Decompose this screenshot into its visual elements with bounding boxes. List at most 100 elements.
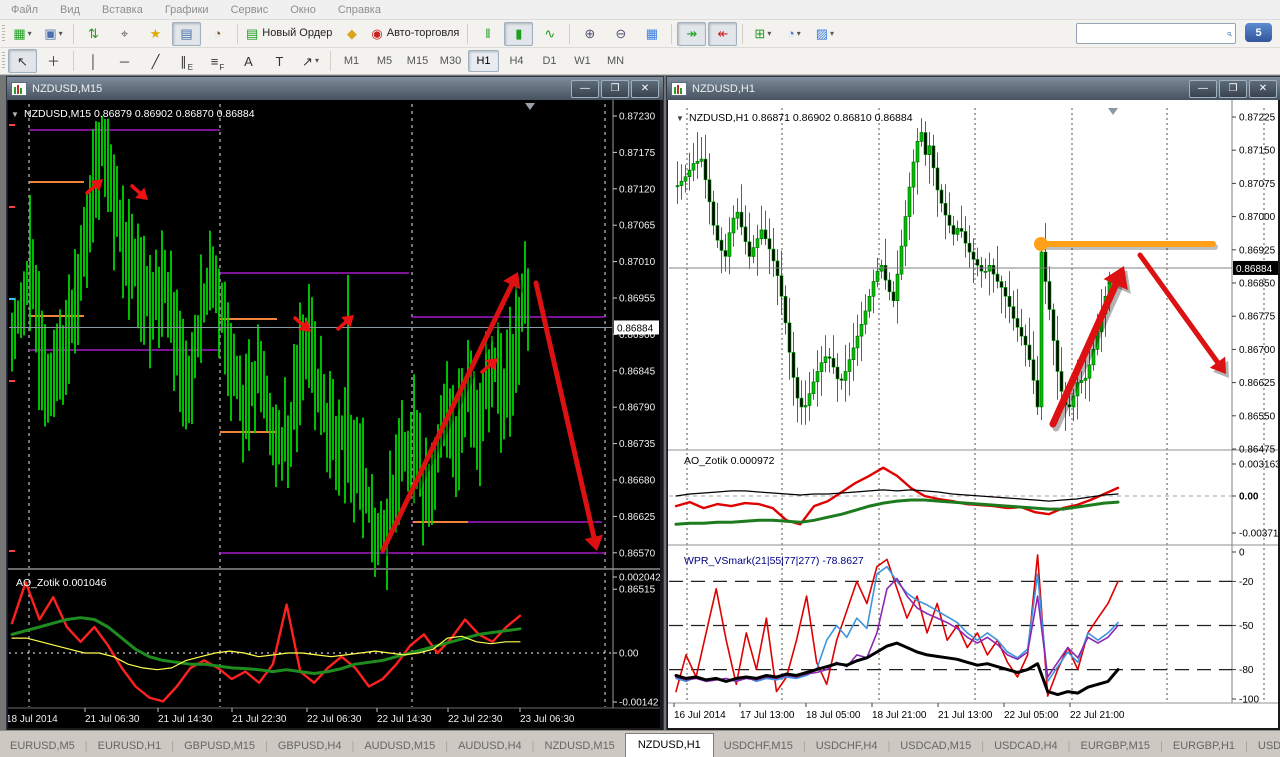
chart-tab-usdchf-h4[interactable]: USDCHF,H4 xyxy=(806,735,888,757)
auto-trading-button[interactable]: ◉ Авто-торговля xyxy=(368,22,462,46)
profiles-button[interactable]: ▣ ▾ xyxy=(39,22,68,46)
vline-button[interactable]: │ xyxy=(79,49,108,73)
chart-tab-gbpusd-m15[interactable]: GBPUSD,M15 xyxy=(174,735,265,757)
chart-tab-usdjpy-m15[interactable]: USDJPY,M15 xyxy=(1248,735,1280,757)
periods-button[interactable]: ◔ ▾ xyxy=(779,22,808,46)
text-label-button[interactable]: T xyxy=(265,49,294,73)
minimize-button[interactable]: — xyxy=(571,79,599,98)
toolbar-separator xyxy=(742,23,744,44)
svg-text:0.86625: 0.86625 xyxy=(1239,378,1276,389)
metaeditor-button[interactable]: ◆ xyxy=(337,22,366,46)
toolbar-drag-handle[interactable] xyxy=(2,24,5,43)
templates-button[interactable]: ▨ ▾ xyxy=(810,22,839,46)
terminal-button[interactable]: ▤ xyxy=(172,21,201,46)
search-icon[interactable] xyxy=(1227,27,1232,41)
navigator-button[interactable]: ★ xyxy=(141,22,170,46)
chart-tab-eurusd-h1[interactable]: EURUSD,H1 xyxy=(88,735,172,757)
chart-canvas-nzdusd-h1[interactable]: 0.87225 0.87150 0.87075 0.87000 0.86925 0.868… xyxy=(668,100,1278,728)
timeframe-h4[interactable]: H4 xyxy=(501,50,532,72)
chart-shift-button[interactable]: ↞ xyxy=(708,21,738,46)
new-chart-button[interactable]: ▦ ▾ xyxy=(8,22,37,46)
chart-tab-eurgbp-m15[interactable]: EURGBP,M15 xyxy=(1071,735,1161,757)
timeframe-m30[interactable]: M30 xyxy=(435,50,466,72)
chart-tab-eurgbp-h1[interactable]: EURGBP,H1 xyxy=(1163,735,1245,757)
fibonacci-button[interactable]: ≡ F xyxy=(203,49,232,73)
zoom-out-button[interactable]: ⊖ xyxy=(606,22,635,46)
minimize-button[interactable]: — xyxy=(1189,79,1217,98)
menu-item-4[interactable]: Сервис xyxy=(220,2,280,18)
menu-item-0[interactable]: Файл xyxy=(0,2,49,18)
menu-item-1[interactable]: Вид xyxy=(49,2,91,18)
new-chart-dropdown-icon[interactable]: ▾ xyxy=(28,29,32,38)
indicators-list-dropdown-icon[interactable]: ▾ xyxy=(767,29,771,38)
chart-bars-icon: ‖ xyxy=(485,26,491,41)
cursor-button[interactable]: ↖ xyxy=(8,49,37,73)
data-window-button[interactable]: ⌖ xyxy=(110,22,139,46)
window-titlebar[interactable]: NZDUSD,M15 — ❐ ✕ xyxy=(7,77,663,100)
timeframe-m5[interactable]: M5 xyxy=(369,50,400,72)
svg-text:0.86475: 0.86475 xyxy=(1239,445,1276,456)
new-order-label: Новый Ордер xyxy=(262,27,333,39)
close-button[interactable]: ✕ xyxy=(631,79,659,98)
timeframe-w1[interactable]: W1 xyxy=(567,50,598,72)
chart-tab-usdcad-m15[interactable]: USDCAD,M15 xyxy=(890,735,981,757)
toolbar-separator xyxy=(73,23,74,44)
chart-tab-gbpusd-h4[interactable]: GBPUSD,H4 xyxy=(268,735,352,757)
close-button[interactable]: ✕ xyxy=(1249,79,1277,98)
svg-text:0.86775: 0.86775 xyxy=(1239,312,1276,323)
text-button[interactable]: A xyxy=(234,49,263,73)
svg-text:0.86925: 0.86925 xyxy=(1239,245,1276,256)
auto-scroll-button[interactable]: ↠ xyxy=(677,21,707,46)
timeframe-m15[interactable]: M15 xyxy=(402,50,433,72)
market-watch-button[interactable]: ⇅ xyxy=(79,22,108,46)
svg-text:21 Jul 06:30: 21 Jul 06:30 xyxy=(85,714,140,725)
window-titlebar[interactable]: NZDUSD,H1 — ❐ ✕ xyxy=(667,77,1280,100)
chart-tab-eurusd-m5[interactable]: EURUSD,M5 xyxy=(0,735,85,757)
chart-shift-icon: ↞ xyxy=(717,26,729,41)
hline-button[interactable]: ─ xyxy=(110,49,139,73)
crosshair-button[interactable]: ＋ xyxy=(39,49,68,73)
arrows-tool-button[interactable]: ↗ ▾ xyxy=(296,49,325,73)
maximize-button[interactable]: ❐ xyxy=(1219,79,1247,98)
arrows-tool-dropdown-icon[interactable]: ▾ xyxy=(315,57,319,65)
tile-windows-button[interactable]: ▦ xyxy=(637,22,666,46)
chart-tab-audusd-h4[interactable]: AUDUSD,H4 xyxy=(448,735,532,757)
indicators-list-button[interactable]: ⊞ ▾ xyxy=(748,22,777,46)
timeframe-d1[interactable]: D1 xyxy=(534,50,565,72)
periods-icon: ◔ xyxy=(786,26,795,41)
search-input[interactable] xyxy=(1077,27,1227,40)
menu-item-5[interactable]: Окно xyxy=(279,2,327,18)
toolbar-separator xyxy=(467,23,469,44)
strategy-tester-button[interactable]: ◔ xyxy=(203,22,232,46)
chart-line-button[interactable]: ∿ xyxy=(535,22,564,46)
zoom-in-button[interactable]: ⊕ xyxy=(575,22,604,46)
chart-tab-usdcad-h4[interactable]: USDCAD,H4 xyxy=(984,735,1068,757)
periods-dropdown-icon[interactable]: ▾ xyxy=(797,29,801,38)
svg-text:0.87010: 0.87010 xyxy=(619,257,656,268)
chart-canvas-nzdusd-m15[interactable]: 0.87230 0.87175 0.87120 0.87065 0.87010 0.869… xyxy=(8,100,660,728)
templates-dropdown-icon[interactable]: ▾ xyxy=(830,29,834,38)
timeframe-mn[interactable]: MN xyxy=(600,50,631,72)
chart-bars-button[interactable]: ‖ xyxy=(473,22,502,46)
maximize-button[interactable]: ❐ xyxy=(601,79,629,98)
menu-item-3[interactable]: Графики xyxy=(154,2,220,18)
text-icon: A xyxy=(244,53,253,69)
new-order-button[interactable]: ▤ Новый Ордер xyxy=(243,22,335,46)
profiles-dropdown-icon[interactable]: ▾ xyxy=(59,29,63,38)
equidistant-channel-button[interactable]: ∥ E xyxy=(172,49,201,73)
chart-tab-nzdusd-h1[interactable]: NZDUSD,H1 xyxy=(624,733,714,757)
metaeditor-icon: ◆ xyxy=(346,26,357,41)
menu-item-2[interactable]: Вставка xyxy=(91,2,154,18)
ohlc-header[interactable]: ▼ NZDUSD,H1 0.86871 0.86902 0.86810 0.868… xyxy=(676,112,913,124)
chart-tab-audusd-m15[interactable]: AUDUSD,M15 xyxy=(354,735,445,757)
timeframe-m1[interactable]: M1 xyxy=(336,50,367,72)
chart-tab-nzdusd-m15[interactable]: NZDUSD,M15 xyxy=(535,735,625,757)
timeframe-h1[interactable]: H1 xyxy=(468,50,499,72)
ohlc-header[interactable]: ▼ NZDUSD,M15 0.86879 0.86902 0.86870 0.86… xyxy=(11,108,255,120)
menu-item-6[interactable]: Справка xyxy=(327,2,392,18)
trendline-button[interactable]: ╱ xyxy=(141,49,170,73)
toolbar-drag-handle[interactable] xyxy=(2,52,5,70)
chart-candles-button[interactable]: ▮ xyxy=(504,21,534,46)
community-badge[interactable]: 5 xyxy=(1245,23,1272,42)
chart-tab-usdchf-m15[interactable]: USDCHF,M15 xyxy=(714,735,803,757)
